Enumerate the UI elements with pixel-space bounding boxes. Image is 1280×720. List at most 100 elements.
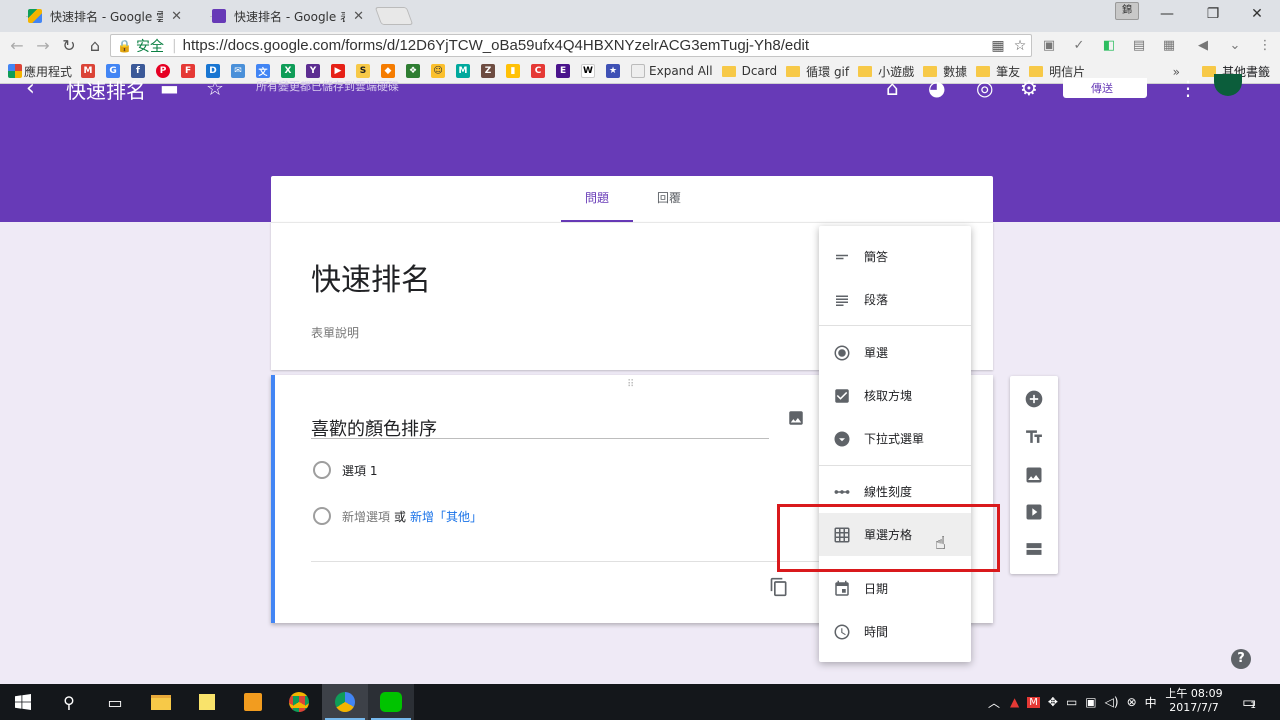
extension-evernote-icon[interactable]: ◧ — [1096, 32, 1122, 59]
tray-device-icon[interactable]: ▭ — [1066, 695, 1077, 709]
extension-check-icon[interactable]: ✓ — [1066, 32, 1092, 59]
bookmark-youtube[interactable]: ▶ — [331, 64, 347, 78]
reload-icon[interactable]: ↻ — [56, 33, 82, 59]
browser-tab-forms[interactable]: 快速排名 - Google 表單 ✕ — [190, 2, 376, 30]
chrome-active-icon[interactable] — [322, 684, 368, 720]
chrome-menu-icon[interactable]: ⋮ — [1252, 32, 1278, 59]
tray-m-icon[interactable]: M — [1027, 696, 1040, 708]
menu-item-multiple-choice[interactable]: 單選 — [819, 331, 971, 374]
form-title[interactable]: 快速排名 — [311, 255, 431, 299]
back-icon[interactable]: ← — [4, 33, 30, 59]
settings-gear-icon[interactable]: ⚙ — [1020, 76, 1038, 100]
bookmark-flipboard[interactable]: F — [181, 64, 197, 78]
question-title-input[interactable]: 喜歡的顏色排序 — [311, 415, 769, 440]
bookmark-apps[interactable]: 應用程式 — [8, 63, 72, 80]
bookmark-yellow[interactable]: ▮ — [506, 64, 522, 78]
media-player-icon[interactable] — [230, 684, 276, 720]
tab-responses[interactable]: 回覆 — [633, 176, 705, 222]
bookmark-z[interactable]: Z — [481, 64, 497, 78]
option-label[interactable]: 選項 1 — [342, 462, 377, 479]
header-form-title[interactable]: 快速排名 — [66, 75, 146, 104]
bookmark-face[interactable]: ☺ — [431, 64, 447, 78]
tray-expand-icon[interactable]: ︿ — [988, 694, 1000, 711]
bookmark-c[interactable]: C — [531, 64, 547, 78]
palette-icon[interactable]: ⌂ — [886, 76, 899, 100]
bookmark-gem[interactable]: ❖ — [406, 64, 422, 78]
add-image-icon[interactable] — [1010, 456, 1058, 494]
avatar[interactable] — [1214, 74, 1242, 96]
extension-grid-icon[interactable]: ▦ — [1156, 32, 1182, 59]
preview-eye-icon[interactable]: ◕ — [928, 76, 945, 100]
add-video-icon[interactable] — [1010, 493, 1058, 531]
new-tab-button[interactable] — [374, 7, 414, 25]
add-option-link[interactable]: 新增選項 — [342, 508, 390, 525]
menu-item-checkboxes[interactable]: 核取方塊 — [819, 374, 971, 417]
forward-icon[interactable]: → — [30, 33, 56, 59]
add-other-link[interactable]: 新增「其他」 — [410, 508, 482, 525]
menu-item-paragraph[interactable]: 段落 — [819, 278, 971, 321]
add-section-icon[interactable] — [1010, 530, 1058, 568]
duplicate-icon[interactable] — [769, 576, 789, 603]
extension-volume-icon[interactable]: ◀ — [1190, 32, 1216, 59]
tab-close-icon[interactable]: ✕ — [171, 9, 182, 24]
folder-move-icon[interactable]: ▬ — [160, 76, 179, 100]
chrome-icon[interactable] — [276, 684, 322, 720]
profile-button[interactable]: 錦 — [1115, 2, 1139, 20]
form-description[interactable]: 表單說明 — [311, 324, 359, 341]
bookmark-w[interactable]: W — [581, 64, 597, 78]
extension-page-icon[interactable]: ▤ — [1126, 32, 1152, 59]
windows-start-icon[interactable] — [0, 684, 46, 720]
minimize-icon[interactable]: — — [1144, 0, 1190, 28]
address-bar[interactable]: 🔒 安全 | https://docs.google.com/forms/d/1… — [110, 34, 1032, 57]
bookmark-translate[interactable]: 文 — [256, 64, 272, 78]
bookmark-e[interactable]: E — [556, 64, 572, 78]
tab-close-icon[interactable]: ✕ — [353, 9, 364, 24]
tab-questions[interactable]: 問題 — [561, 176, 633, 222]
network-icon[interactable]: ▣ — [1085, 695, 1096, 709]
add-title-icon[interactable] — [1010, 418, 1058, 456]
bookmark-x[interactable]: X — [281, 64, 297, 78]
bookmark-diamond[interactable]: ◆ — [381, 64, 397, 78]
addon-icon[interactable]: ◎ — [976, 76, 993, 100]
line-app-icon[interactable] — [368, 684, 414, 720]
drag-handle-icon[interactable]: ⠿ — [627, 379, 635, 390]
sticky-notes-icon[interactable] — [184, 684, 230, 720]
add-image-icon[interactable] — [787, 409, 805, 432]
task-view-icon[interactable]: ▭ — [92, 684, 138, 720]
bookmark-star-icon[interactable]: ☆ — [1009, 38, 1031, 54]
bookmark-expand-all[interactable]: Expand All — [631, 64, 713, 78]
bookmark-m[interactable]: M — [456, 64, 472, 78]
tray-app-icon[interactable]: ▲ — [1010, 695, 1019, 709]
send-button[interactable]: 傳送 — [1063, 78, 1147, 98]
bookmark-folder-dcard[interactable]: Dcard — [721, 64, 777, 78]
restore-icon[interactable]: ❐ — [1190, 0, 1236, 28]
notification-center-icon[interactable]: ▭ 1 — [1242, 684, 1256, 720]
more-vert-icon[interactable]: ⋮ — [1178, 76, 1198, 100]
extension-dropdown-icon[interactable]: ⌄ — [1222, 32, 1248, 59]
home-icon[interactable]: ⌂ — [82, 33, 108, 59]
volume-icon[interactable]: ◁) — [1105, 695, 1119, 709]
menu-item-date[interactable]: 日期 — [819, 567, 971, 610]
bookmark-star[interactable]: ★ — [606, 64, 622, 78]
ime-indicator[interactable]: 中 — [1145, 694, 1157, 711]
star-icon[interactable]: ☆ — [206, 76, 224, 100]
bookmark-mail[interactable]: ✉ — [231, 64, 247, 78]
extension-pdf-icon[interactable]: ▣ — [1036, 32, 1062, 59]
tray-close-icon[interactable]: ⊗ — [1127, 695, 1137, 709]
menu-item-short-answer[interactable]: 簡答 — [819, 235, 971, 278]
bookmark-yahoo[interactable]: Y — [306, 64, 322, 78]
bookmark-s[interactable]: S — [356, 64, 372, 78]
browser-tab-drive[interactable]: 快速排名 - Google 雲端 ✕ — [6, 2, 194, 30]
menu-item-time[interactable]: 時間 — [819, 610, 971, 653]
menu-item-dropdown[interactable]: 下拉式選單 — [819, 417, 971, 460]
back-arrow-icon[interactable]: ‹ — [26, 76, 35, 101]
dropbox-icon[interactable]: ✥ — [1048, 695, 1058, 709]
file-explorer-icon[interactable] — [138, 684, 184, 720]
qr-code-icon[interactable]: ▦ — [987, 38, 1009, 54]
url-text[interactable]: https://docs.google.com/forms/d/12D6YjTC… — [183, 37, 987, 54]
bookmark-folder-gif[interactable]: 循環 gif — [786, 63, 849, 80]
taskbar-clock[interactable]: 上午 08:09 2017/7/7 — [1164, 687, 1224, 715]
add-question-icon[interactable] — [1010, 380, 1058, 418]
window-close-icon[interactable]: ✕ — [1234, 0, 1280, 28]
search-icon[interactable]: ⚲ — [46, 684, 92, 720]
